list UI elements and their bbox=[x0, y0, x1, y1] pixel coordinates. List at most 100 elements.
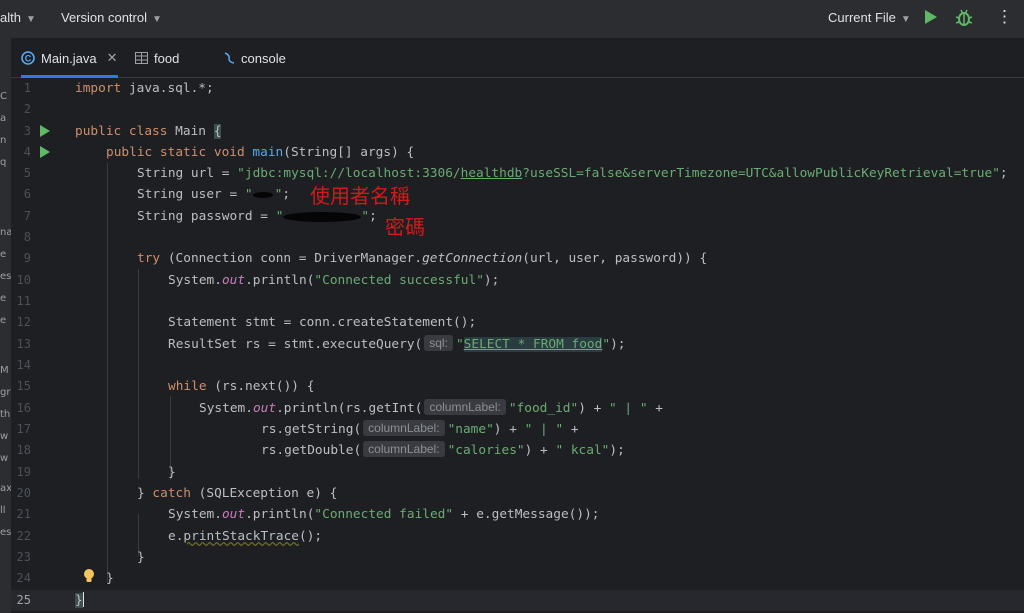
debug-icon[interactable] bbox=[955, 8, 973, 28]
line-number: 24 bbox=[16, 571, 31, 585]
code-line-9: try (Connection conn = DriverManager.get… bbox=[137, 248, 707, 269]
panel-text-fragment: th bbox=[0, 409, 11, 420]
code-line-12: Statement stmt = conn.createStatement(); bbox=[168, 312, 476, 333]
code-token: "name" bbox=[447, 422, 494, 437]
tab-main-java[interactable]: C Main.java ✕ bbox=[21, 39, 118, 78]
line-number: 17 bbox=[16, 422, 31, 436]
run-gutter-icon[interactable] bbox=[40, 125, 50, 137]
code-token: try bbox=[137, 251, 161, 266]
line-number: 16 bbox=[16, 401, 31, 415]
code-token: ; bbox=[999, 166, 1008, 181]
project-selector[interactable]: alth ▼ bbox=[0, 10, 36, 25]
code-token: } bbox=[106, 571, 114, 586]
code-line-15: while (rs.next()) { bbox=[168, 376, 314, 397]
code-token: getConnection bbox=[422, 251, 523, 266]
password-annotation: 密碼 bbox=[385, 215, 425, 239]
line-number: 8 bbox=[23, 230, 31, 244]
table-icon bbox=[135, 52, 148, 64]
parameter-hint: columnLabel: bbox=[424, 399, 506, 415]
code-token: " bbox=[455, 337, 464, 352]
code-token: (Connection conn = DriverManager. bbox=[160, 251, 423, 266]
code-token: (url, user, password)) { bbox=[522, 251, 708, 266]
code-token: public static void bbox=[106, 145, 245, 160]
code-token: " kcal" bbox=[555, 443, 610, 458]
code-token: ) + bbox=[524, 443, 556, 458]
code-token: .println(rs.getInt( bbox=[276, 401, 423, 416]
top-toolbar: alth ▼ Version control ▼ Current File ▼ ⋮ bbox=[0, 0, 1024, 39]
chevron-down-icon: ▼ bbox=[152, 14, 162, 25]
code-token: String user = bbox=[137, 187, 245, 202]
code-token: + bbox=[647, 401, 663, 416]
code-line-13: ResultSet rs = stmt.executeQuery(sql: "SE… bbox=[168, 334, 625, 355]
panel-text-fragment: e bbox=[0, 315, 7, 326]
tab-console[interactable]: console bbox=[223, 39, 286, 77]
code-line-19: } bbox=[168, 462, 176, 483]
code-editor[interactable]: 1 2 3 4 5 6 7 8 9 10 11 12 13 14 15 16 1… bbox=[11, 78, 1024, 613]
code-token: " bbox=[244, 187, 253, 202]
line-number: 5 bbox=[23, 166, 31, 180]
line-number: 6 bbox=[23, 187, 31, 201]
console-icon bbox=[224, 52, 235, 64]
panel-text-fragment: ax bbox=[0, 483, 11, 494]
line-number: 21 bbox=[16, 507, 31, 521]
code-token: } bbox=[137, 486, 153, 501]
code-token: while bbox=[168, 379, 207, 394]
code-line-10: System.out.println("Connected successful… bbox=[168, 270, 499, 291]
line-number: 7 bbox=[23, 209, 31, 223]
line-number: 1 bbox=[23, 81, 31, 95]
editor-tabs: C Main.java ✕ food console bbox=[11, 39, 1024, 78]
run-gutter-icon[interactable] bbox=[40, 146, 50, 158]
line-number: 11 bbox=[16, 294, 31, 308]
code-token: "Connected successful" bbox=[314, 273, 484, 288]
chevron-down-icon: ▼ bbox=[25, 14, 36, 25]
lightbulb-icon[interactable] bbox=[82, 568, 96, 584]
code-line-5: String url = "jdbc:mysql://localhost:330… bbox=[137, 163, 1008, 184]
code-token: rs.getDouble( bbox=[261, 443, 362, 458]
run-icon[interactable] bbox=[925, 10, 937, 24]
panel-text-fragment: ll bbox=[0, 505, 6, 516]
sql-injection: SELECT * FROM food bbox=[463, 337, 603, 352]
run-configuration-selector[interactable]: Current File ▼ bbox=[828, 10, 911, 25]
panel-text-fragment: M bbox=[0, 365, 9, 376]
tab-label: food bbox=[154, 50, 180, 66]
code-line-18: rs.getDouble(columnLabel: "calories") + "… bbox=[261, 440, 625, 461]
line-number: 13 bbox=[16, 337, 31, 351]
code-token: " bbox=[602, 337, 611, 352]
code-token: ); bbox=[483, 273, 500, 288]
code-line-16: System.out.println(rs.getInt(columnLabel… bbox=[199, 398, 663, 419]
close-icon[interactable]: ✕ bbox=[107, 50, 118, 66]
line-number: 19 bbox=[16, 465, 31, 479]
code-token: out bbox=[252, 401, 277, 416]
code-token: Statement stmt = conn.createStatement(); bbox=[168, 315, 477, 330]
tab-label: console bbox=[241, 50, 286, 66]
line-number: 10 bbox=[16, 273, 31, 287]
code-token: + e.getMessage()); bbox=[453, 507, 600, 522]
svg-text:C: C bbox=[25, 54, 32, 64]
parameter-hint: columnLabel: bbox=[363, 420, 445, 436]
run-config-label: Current File bbox=[828, 10, 896, 25]
code-token: } bbox=[168, 465, 176, 480]
tab-food[interactable]: food bbox=[135, 39, 179, 77]
vcs-menu[interactable]: Version control ▼ bbox=[61, 10, 162, 25]
panel-text-fragment: gr bbox=[0, 387, 11, 398]
current-line-highlight bbox=[11, 590, 1024, 611]
panel-text-fragment: w bbox=[0, 453, 9, 464]
code-token: ; bbox=[282, 187, 291, 202]
more-options-icon[interactable]: ⋮ bbox=[996, 8, 1013, 26]
code-token: ); bbox=[610, 337, 626, 352]
code-line-25: } bbox=[75, 590, 84, 611]
panel-text-fragment: e bbox=[0, 249, 7, 260]
code-token: out bbox=[221, 507, 246, 522]
text-caret bbox=[82, 592, 84, 607]
code-line-4: public static void main(String[] args) { bbox=[106, 142, 414, 163]
line-number: 14 bbox=[16, 358, 31, 372]
project-name: alth bbox=[0, 10, 21, 25]
code-token: rs.getString( bbox=[261, 422, 362, 437]
matched-brace: { bbox=[213, 124, 222, 139]
code-token: (String[] args) { bbox=[283, 145, 415, 160]
panel-text-fragment: es bbox=[0, 271, 11, 282]
redaction-mark bbox=[283, 212, 361, 222]
line-number: 9 bbox=[23, 251, 31, 265]
java-class-icon: C bbox=[21, 51, 35, 65]
code-token: " | " bbox=[524, 422, 564, 437]
